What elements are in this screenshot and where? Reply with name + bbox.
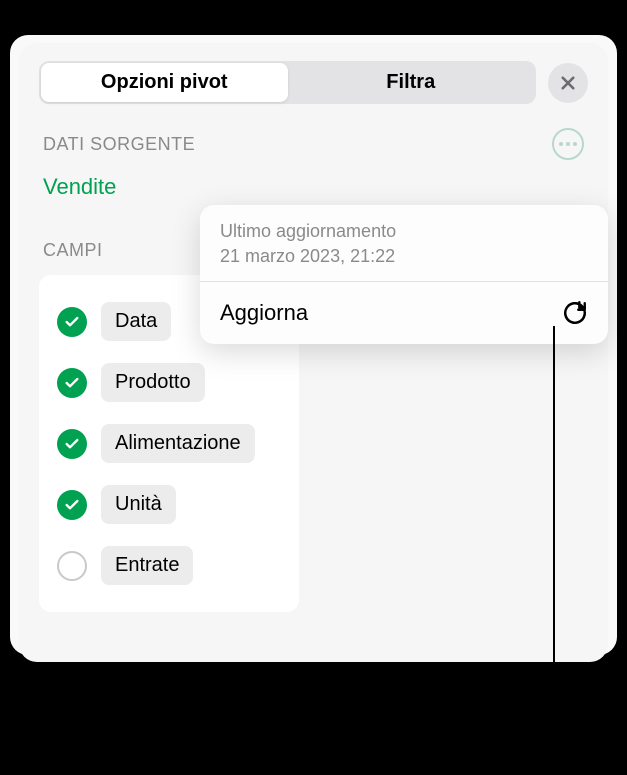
close-icon [559,74,577,92]
pivot-options-panel: Opzioni pivot Filtra DATI SORGENTE Vendi… [19,43,608,662]
more-icon [559,142,563,146]
field-pill[interactable]: Unità [101,485,176,524]
field-checkbox[interactable] [57,490,87,520]
tab-segmented-control: Opzioni pivot Filtra [39,61,536,104]
refresh-row[interactable]: Aggiorna [200,282,608,344]
refresh-popover: Ultimo aggiornamento 21 marzo 2023, 21:2… [200,205,608,344]
source-more-button[interactable] [552,128,584,160]
tab-pivot-options[interactable]: Opzioni pivot [41,63,288,102]
close-button[interactable] [548,63,588,103]
callout-leader-line [553,326,555,682]
check-icon [64,497,80,513]
refresh-label: Aggiorna [220,300,308,326]
source-section-header: DATI SORGENTE [39,128,588,160]
callout-text: Tocca per aggiornare i dati della tabell… [221,692,601,757]
source-section-label: DATI SORGENTE [43,134,195,155]
last-update-value: 21 marzo 2023, 21:22 [220,244,588,269]
panel-header: Opzioni pivot Filtra [39,61,588,104]
tab-filter[interactable]: Filtra [288,63,535,102]
field-checkbox[interactable] [57,551,87,581]
field-checkbox[interactable] [57,429,87,459]
last-update-label: Ultimo aggiornamento [220,219,588,244]
check-icon [64,375,80,391]
field-row: Prodotto [57,352,281,413]
field-row: Alimentazione [57,413,281,474]
field-row: Entrate [57,535,281,596]
popover-last-update: Ultimo aggiornamento 21 marzo 2023, 21:2… [200,205,608,282]
check-icon [64,314,80,330]
field-pill[interactable]: Data [101,302,171,341]
source-name[interactable]: Vendite [39,174,588,200]
check-icon [64,436,80,452]
field-pill[interactable]: Entrate [101,546,193,585]
more-icon [573,142,577,146]
field-checkbox[interactable] [57,368,87,398]
field-pill[interactable]: Prodotto [101,363,205,402]
field-row: Unità [57,474,281,535]
refresh-icon [562,300,588,326]
more-icon [566,142,570,146]
field-checkbox[interactable] [57,307,87,337]
field-pill[interactable]: Alimentazione [101,424,255,463]
